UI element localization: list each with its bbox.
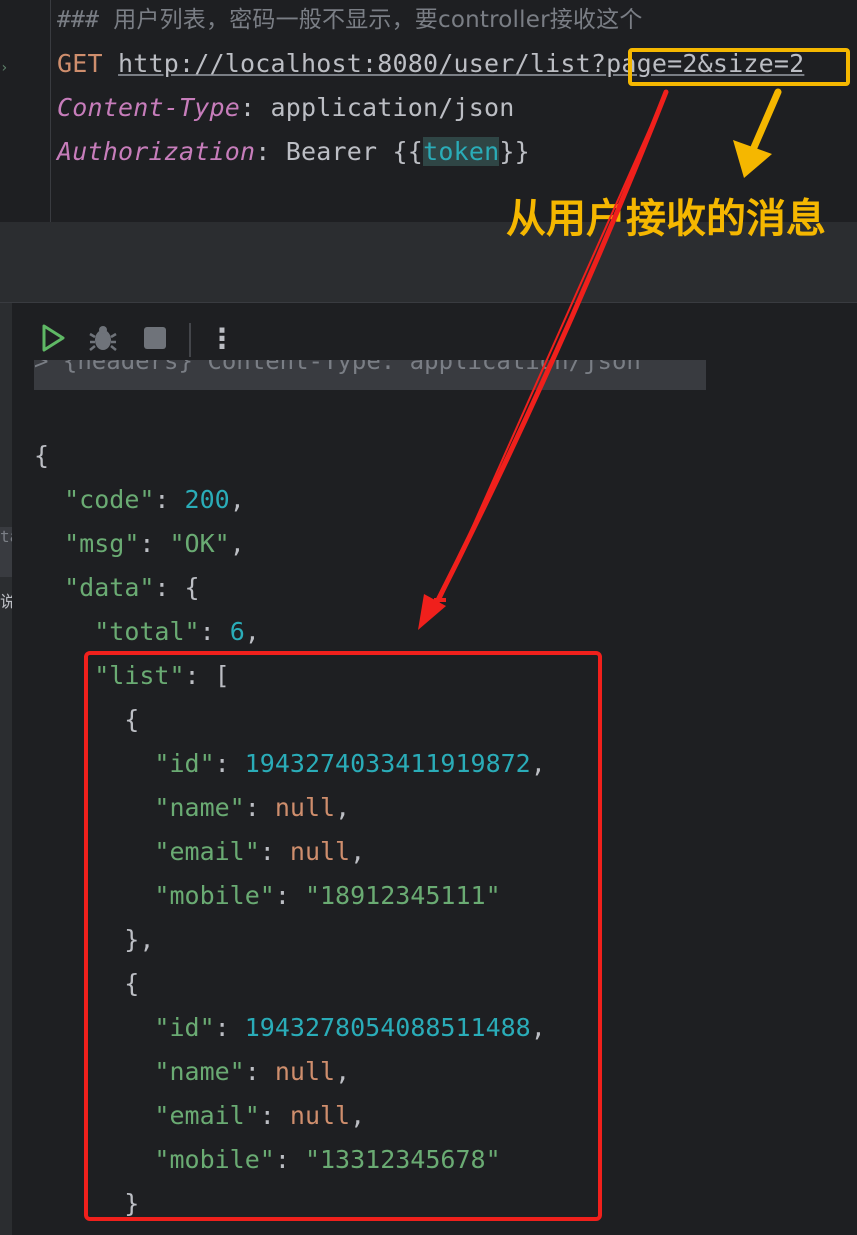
comment-hash: ### [57,7,114,33]
run-button[interactable] [36,321,70,355]
more-vertical-icon: ⋮ [208,321,236,355]
header-separator: : [240,93,271,122]
bug-icon [89,326,117,351]
debug-button[interactable] [86,321,120,355]
list-highlight-box [84,651,602,1221]
stop-icon [144,327,166,349]
header-key: Authorization [57,137,256,166]
header-key: Content-Type [57,93,241,122]
annotation-label: 从用户接收的消息 [506,196,826,242]
side-tab-label[interactable]: ta [0,527,12,577]
json-open-brace: { [34,441,50,470]
json-key: "total" [94,617,200,646]
header-value-suffix: }} [499,137,530,166]
json-string: "OK" [169,529,230,558]
side-tab-label-2[interactable]: 说 [0,588,12,614]
header-separator: : [255,137,286,166]
header-value-prefix: Bearer {{ [285,137,424,166]
run-gutter-icon[interactable]: › [0,60,8,76]
response-headers-line: > {headers} Content-Type: application/js… [34,360,706,390]
header-content-type: Content-Type: application/json [57,88,515,128]
query-highlight-box [628,48,850,86]
json-data-line: "data": { [64,573,200,602]
json-key: "msg" [64,529,140,558]
header-value: application/json [270,93,515,122]
toolbar-separator [189,323,191,357]
request-comment-line: ### 用户列表，密码一般不显示，要controller接收这个 [57,0,643,40]
header-authorization: Authorization: Bearer {{token}} [57,132,530,172]
json-key: "data" [64,573,155,602]
more-options-button[interactable]: ⋮ [205,321,239,355]
play-icon [42,324,65,352]
tool-window-strip [0,303,12,1235]
response-headers-text: > {headers} Content-Type: application/js… [34,360,641,375]
json-msg-line: "msg": "OK", [64,529,245,558]
stop-button[interactable] [138,321,172,355]
json-total-line: "total": 6, [94,617,260,646]
comment-text: 用户列表，密码一般不显示，要controller接收这个 [113,7,643,33]
url-base: http://localhost:8080/user/list? [118,49,607,78]
json-number: 200 [184,485,230,514]
json-key: "code" [64,485,155,514]
http-method: GET [57,49,103,78]
gutter-divider [50,0,51,222]
json-number: 6 [229,617,245,646]
json-code-line: "code": 200, [64,485,245,514]
token-variable[interactable]: token [423,137,500,166]
